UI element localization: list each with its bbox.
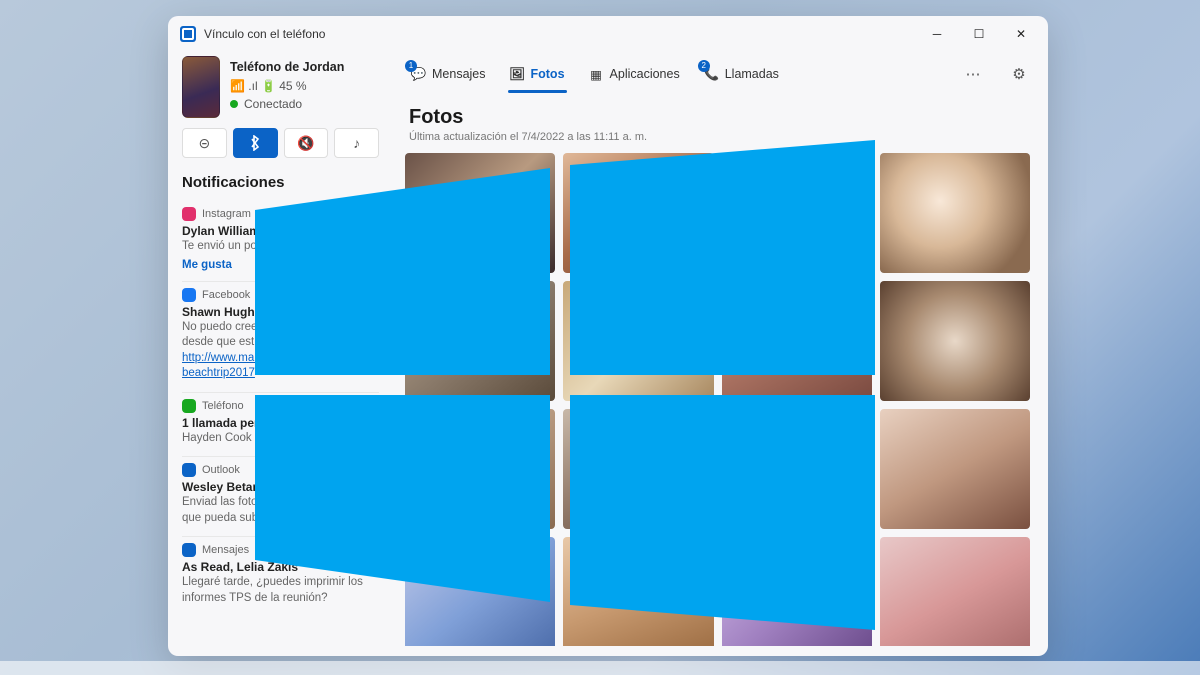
minimize-button[interactable]: ─: [916, 20, 958, 48]
volume-button[interactable]: 🔇: [284, 128, 329, 158]
photo-thumb[interactable]: [880, 409, 1030, 529]
photo-thumb[interactable]: [563, 409, 713, 529]
phone-card: Teléfono de Jordan 📶 .ıl 🔋 45 % Conectad…: [182, 56, 379, 118]
notif-app-icon: [182, 399, 196, 413]
photo-thumb[interactable]: [880, 537, 1030, 646]
photo-thumb[interactable]: [880, 281, 1030, 401]
page-subtitle: Última actualización el 7/4/2022 a las 1…: [409, 131, 1032, 143]
photo-thumb[interactable]: [405, 409, 555, 529]
photo-thumb[interactable]: [563, 153, 713, 273]
messages-badge: 1: [405, 60, 417, 72]
close-button[interactable]: ✕: [1000, 20, 1042, 48]
notif-link[interactable]: http://www.margiestravel.c… beachtrip201…: [182, 352, 328, 380]
quick-actions: ⊝ 🔇 ♪: [182, 128, 379, 158]
notification[interactable]: Mensajes 9:11 a. m. 📌 ✕ As Read, Lelia Zakis…: [182, 536, 379, 616]
notification[interactable]: Teléfono 9:40 a. m. 1 llamada perdidaHayde…: [182, 392, 379, 457]
main-area: 💬 1 Mensajes 🖼 Fotos ▦ Aplicaciones 📞 2 …: [393, 52, 1048, 656]
dismiss-icon[interactable]: ✕: [365, 543, 379, 557]
calls-badge: 2: [698, 60, 710, 72]
photos-icon: 🖼: [510, 67, 525, 82]
photo-thumb[interactable]: [722, 281, 872, 401]
photo-grid: [403, 153, 1032, 646]
maximize-button[interactable]: ☐: [958, 20, 1000, 48]
notif-action-like[interactable]: Me gusta: [182, 259, 379, 271]
notification-list: Instagram 11:01 a. m. Dylan WilliamsTe env…: [182, 201, 379, 616]
apps-icon: ▦: [589, 67, 604, 82]
notif-app-name: Teléfono: [202, 400, 244, 412]
notif-body: Te envió un post de @wing…: [182, 239, 379, 255]
photo-thumb[interactable]: [722, 153, 872, 273]
tab-apps[interactable]: ▦ Aplicaciones: [587, 63, 682, 86]
notification[interactable]: Outlook 9:24 a. m. Wesley BetansEnviad las…: [182, 456, 379, 536]
notif-body: No puedo creer que hayan … años desde qu…: [182, 320, 379, 382]
notif-app-name: Instagram: [202, 208, 251, 220]
photo-thumb[interactable]: [722, 409, 872, 529]
music-button[interactable]: ♪: [334, 128, 379, 158]
status-dot-icon: [230, 100, 238, 108]
tab-label: Llamadas: [725, 67, 779, 81]
notif-title: 1 llamada perdida: [182, 416, 379, 430]
sidebar: Teléfono de Jordan 📶 .ıl 🔋 45 % Conectad…: [168, 52, 393, 656]
photo-thumb[interactable]: [563, 537, 713, 646]
notifications-heading: Notificaciones: [182, 174, 379, 191]
photo-thumb[interactable]: [405, 537, 555, 646]
gear-icon: ⚙: [1012, 65, 1025, 83]
photo-thumb[interactable]: [563, 281, 713, 401]
notif-time: 9:24 a. m.: [335, 465, 379, 476]
window-title: Vínculo con el teléfono: [204, 27, 325, 41]
tab-calls[interactable]: 📞 2 Llamadas: [702, 63, 781, 86]
photo-thumb[interactable]: [722, 537, 872, 646]
notif-body: Hayden Cook: [182, 431, 379, 447]
settings-button[interactable]: ⚙: [1006, 61, 1032, 87]
phone-signal-battery: 📶 .ıl 🔋 45 %: [230, 77, 344, 95]
notif-app-icon: [182, 207, 196, 221]
notif-app-icon: [182, 543, 196, 557]
notif-title: Shawn Hughes: [182, 305, 379, 319]
notif-app-icon: [182, 463, 196, 477]
main-tabs: 💬 1 Mensajes 🖼 Fotos ▦ Aplicaciones 📞 2 …: [403, 56, 1032, 92]
notif-app-name: Outlook: [202, 464, 240, 476]
page-title: Fotos: [409, 106, 1032, 129]
photo-thumb[interactable]: [405, 153, 555, 273]
bluetooth-button[interactable]: [233, 128, 278, 158]
app-window: Vínculo con el teléfono ─ ☐ ✕ Teléfono d…: [168, 16, 1048, 656]
notif-body: Llegaré tarde, ¿puedes imprimir los info…: [182, 575, 379, 606]
notif-title: Dylan Williams: [182, 224, 379, 238]
tab-photos[interactable]: 🖼 Fotos: [508, 63, 567, 86]
notif-app-name: Mensajes: [202, 544, 249, 556]
notif-time: 9:40 a. m.: [335, 400, 379, 411]
tab-messages[interactable]: 💬 1 Mensajes: [409, 63, 488, 86]
notif-body: Enviad las fotos del viaje de … para que…: [182, 495, 379, 526]
bluetooth-icon: [249, 135, 261, 151]
phone-status: Conectado: [244, 95, 302, 113]
phone-wallpaper-thumb[interactable]: [182, 56, 220, 118]
tab-label: Mensajes: [432, 67, 486, 81]
notif-time: 9:11 a. m.: [291, 545, 335, 556]
notification[interactable]: Instagram 11:01 a. m. Dylan WilliamsTe env…: [182, 201, 379, 281]
dnd-button[interactable]: ⊝: [182, 128, 227, 158]
app-icon: [180, 26, 196, 42]
notif-title: Wesley Betans: [182, 480, 379, 494]
photo-thumb[interactable]: [880, 153, 1030, 273]
notif-app-name: Facebook: [202, 289, 250, 301]
phone-name: Teléfono de Jordan: [230, 58, 344, 77]
tab-label: Aplicaciones: [610, 67, 680, 81]
notification[interactable]: Facebook 11:00 a. m. Shawn HughesNo puedo …: [182, 281, 379, 392]
notif-app-icon: [182, 288, 196, 302]
notif-time: 11:01 a. m.: [330, 209, 379, 220]
titlebar: Vínculo con el teléfono ─ ☐ ✕: [168, 16, 1048, 52]
notif-title: As Read, Lelia Zakis: [182, 560, 379, 574]
photo-thumb[interactable]: [405, 281, 555, 401]
tab-label: Fotos: [531, 67, 565, 81]
more-button[interactable]: ⋯: [960, 61, 986, 87]
pin-icon[interactable]: 📌: [347, 543, 361, 557]
notif-time: 11:00 a. m.: [330, 289, 379, 300]
taskbar[interactable]: [0, 661, 1200, 675]
